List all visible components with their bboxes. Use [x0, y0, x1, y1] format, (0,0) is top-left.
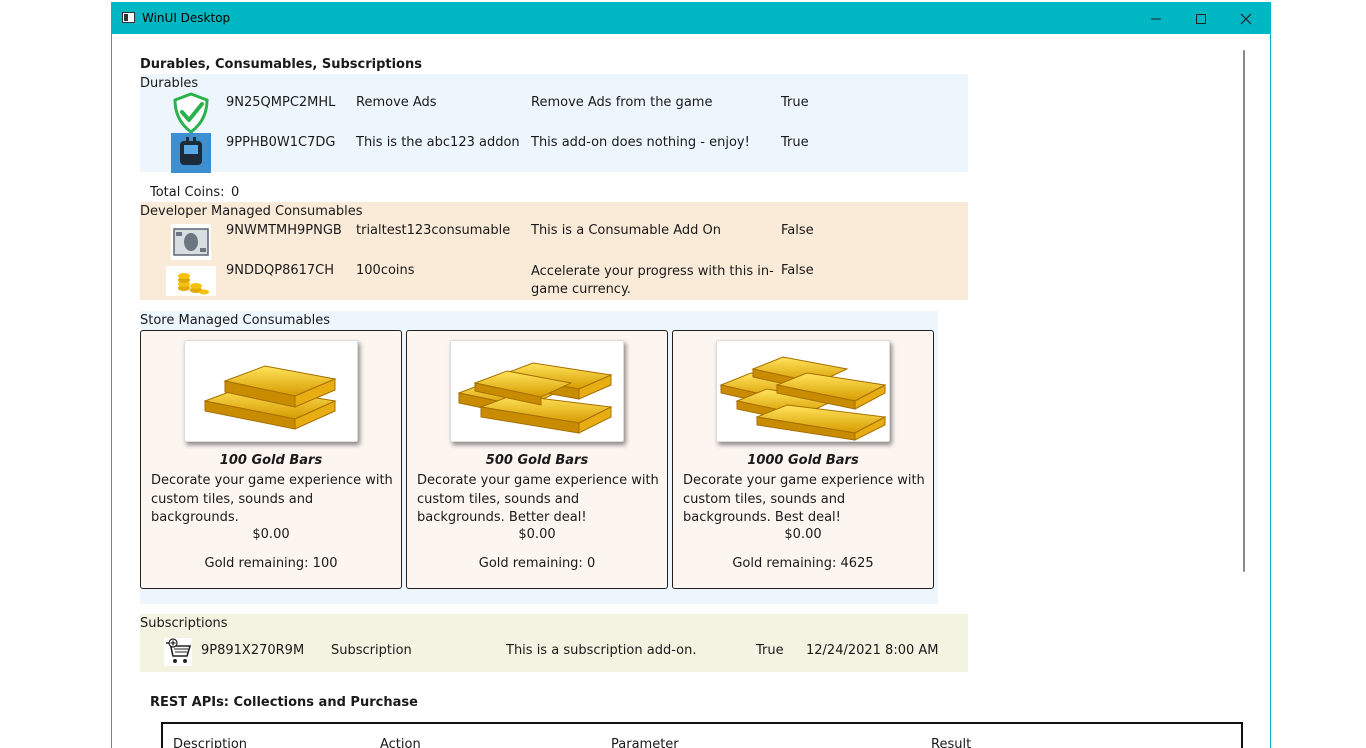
- item-description-line1: Accelerate your progress with this in-: [531, 264, 774, 279]
- developer-consumables-label: Developer Managed Consumables: [140, 204, 363, 219]
- item-owned: False: [781, 223, 814, 238]
- gold-bars-image: [184, 340, 358, 442]
- app-window: WinUI Desktop Durables, Consumables, Sub…: [111, 2, 1271, 748]
- card-gold-remaining: Gold remaining: 100: [204, 556, 338, 571]
- gold-bars-image: [450, 340, 624, 442]
- card-title: 100 Gold Bars: [219, 453, 323, 468]
- window-title: WinUI Desktop: [142, 11, 231, 25]
- gold-bars-icon: [457, 362, 613, 434]
- minimize-button[interactable]: [1133, 3, 1179, 34]
- total-coins-value: 0: [231, 185, 240, 200]
- item-id: 9PPHB0W1C7DG: [226, 135, 336, 150]
- gold-bars-icon: [203, 365, 337, 430]
- item-description: This add-on does nothing - enjoy!: [531, 135, 750, 150]
- banknote-icon: [171, 224, 211, 260]
- item-description: This is a Consumable Add On: [531, 223, 721, 238]
- main-content: Durables, Consumables, Subscriptions Dur…: [112, 34, 1270, 748]
- item-name: This is the abc123 addon: [356, 135, 520, 150]
- item-description: Remove Ads from the game: [531, 95, 713, 110]
- item-id: 9NDDQP8617CH: [226, 263, 335, 278]
- item-owned: False: [781, 263, 814, 278]
- green-check-shield-icon: [173, 92, 209, 134]
- card-price: $0.00: [784, 527, 822, 542]
- card-price: $0.00: [252, 527, 290, 542]
- product-card[interactable]: 100 Gold Bars Decorate your game experie…: [140, 330, 402, 589]
- durables-section: [140, 74, 968, 172]
- item-description: This is a subscription add-on.: [506, 643, 697, 658]
- column-header-action: Action: [380, 737, 421, 748]
- gold-bars-icon: [719, 356, 887, 441]
- robot-icon: [171, 133, 211, 173]
- gold-bars-image: [716, 340, 890, 442]
- maximize-icon: [1196, 14, 1206, 24]
- column-header-parameter: Parameter: [611, 737, 679, 748]
- store-consumables-label: Store Managed Consumables: [140, 313, 331, 328]
- item-owned: True: [756, 643, 784, 658]
- item-expiration: 12/24/2021 8:00 AM: [806, 643, 939, 658]
- card-gold-remaining: Gold remaining: 0: [478, 556, 596, 571]
- item-description-line2: game currency.: [531, 282, 631, 297]
- item-name: Subscription: [331, 643, 412, 658]
- vertical-scrollbar[interactable]: [1243, 50, 1245, 572]
- card-title: 500 Gold Bars: [485, 453, 589, 468]
- item-name: trialtest123consumable: [356, 223, 511, 238]
- product-card[interactable]: 1000 Gold Bars Decorate your game experi…: [672, 330, 934, 589]
- durables-label: Durables: [140, 76, 199, 91]
- card-description: Decorate your game experience with custo…: [683, 473, 925, 525]
- rest-apis-heading: REST APIs: Collections and Purchase: [150, 695, 418, 710]
- subscriptions-label: Subscriptions: [140, 616, 228, 631]
- close-icon: [1240, 13, 1252, 25]
- card-price: $0.00: [518, 527, 556, 542]
- column-header-result: Result: [931, 737, 972, 748]
- title-bar[interactable]: WinUI Desktop: [112, 3, 1270, 34]
- item-name: 100coins: [356, 263, 415, 278]
- shopping-cart-icon: [164, 638, 192, 666]
- page-heading: Durables, Consumables, Subscriptions: [140, 57, 422, 72]
- item-owned: True: [781, 95, 809, 110]
- close-button[interactable]: [1223, 3, 1269, 34]
- column-header-description: Description: [173, 737, 248, 748]
- card-description: Decorate your game experience with custo…: [417, 473, 659, 525]
- app-icon: [122, 12, 135, 23]
- coin-stack-icon: [166, 266, 216, 296]
- item-name: Remove Ads: [356, 95, 437, 110]
- rest-api-table: Description Action Parameter Result: [161, 722, 1243, 748]
- minimize-icon: [1151, 18, 1161, 20]
- item-id: 9NWMTMH9PNGB: [226, 223, 342, 238]
- total-coins-label: Total Coins:: [150, 185, 225, 200]
- card-description: Decorate your game experience with custo…: [151, 473, 393, 525]
- product-card[interactable]: 500 Gold Bars Decorate your game experie…: [406, 330, 668, 589]
- card-gold-remaining: Gold remaining: 4625: [732, 556, 874, 571]
- item-id: 9N25QMPC2MHL: [226, 95, 336, 110]
- item-owned: True: [781, 135, 809, 150]
- maximize-button[interactable]: [1178, 3, 1224, 34]
- card-title: 1000 Gold Bars: [747, 453, 859, 468]
- item-id: 9P891X270R9M: [201, 643, 305, 658]
